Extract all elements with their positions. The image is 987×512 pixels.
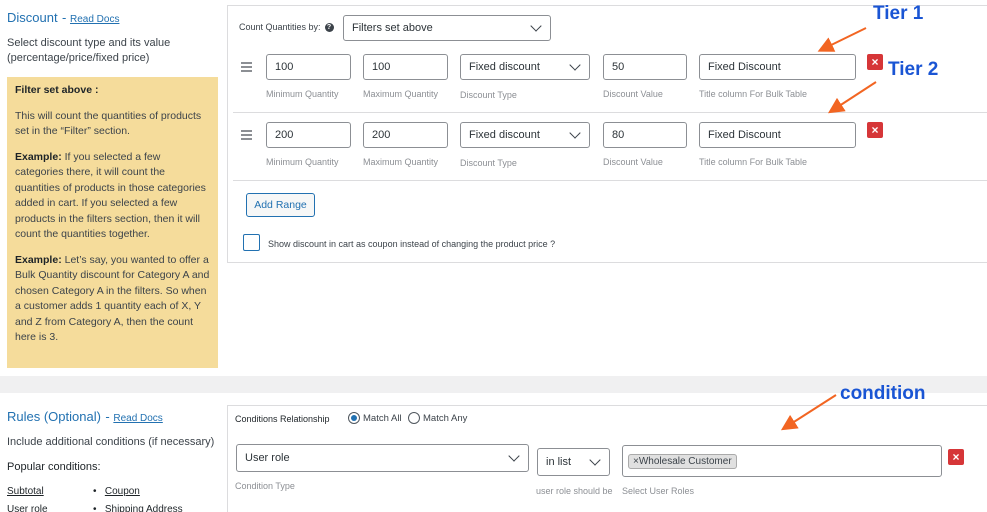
annotation-arrows — [780, 27, 877, 431]
tier1-arrow — [817, 27, 867, 52]
tier2-arrow — [827, 81, 877, 114]
condition-arrow — [780, 394, 837, 431]
